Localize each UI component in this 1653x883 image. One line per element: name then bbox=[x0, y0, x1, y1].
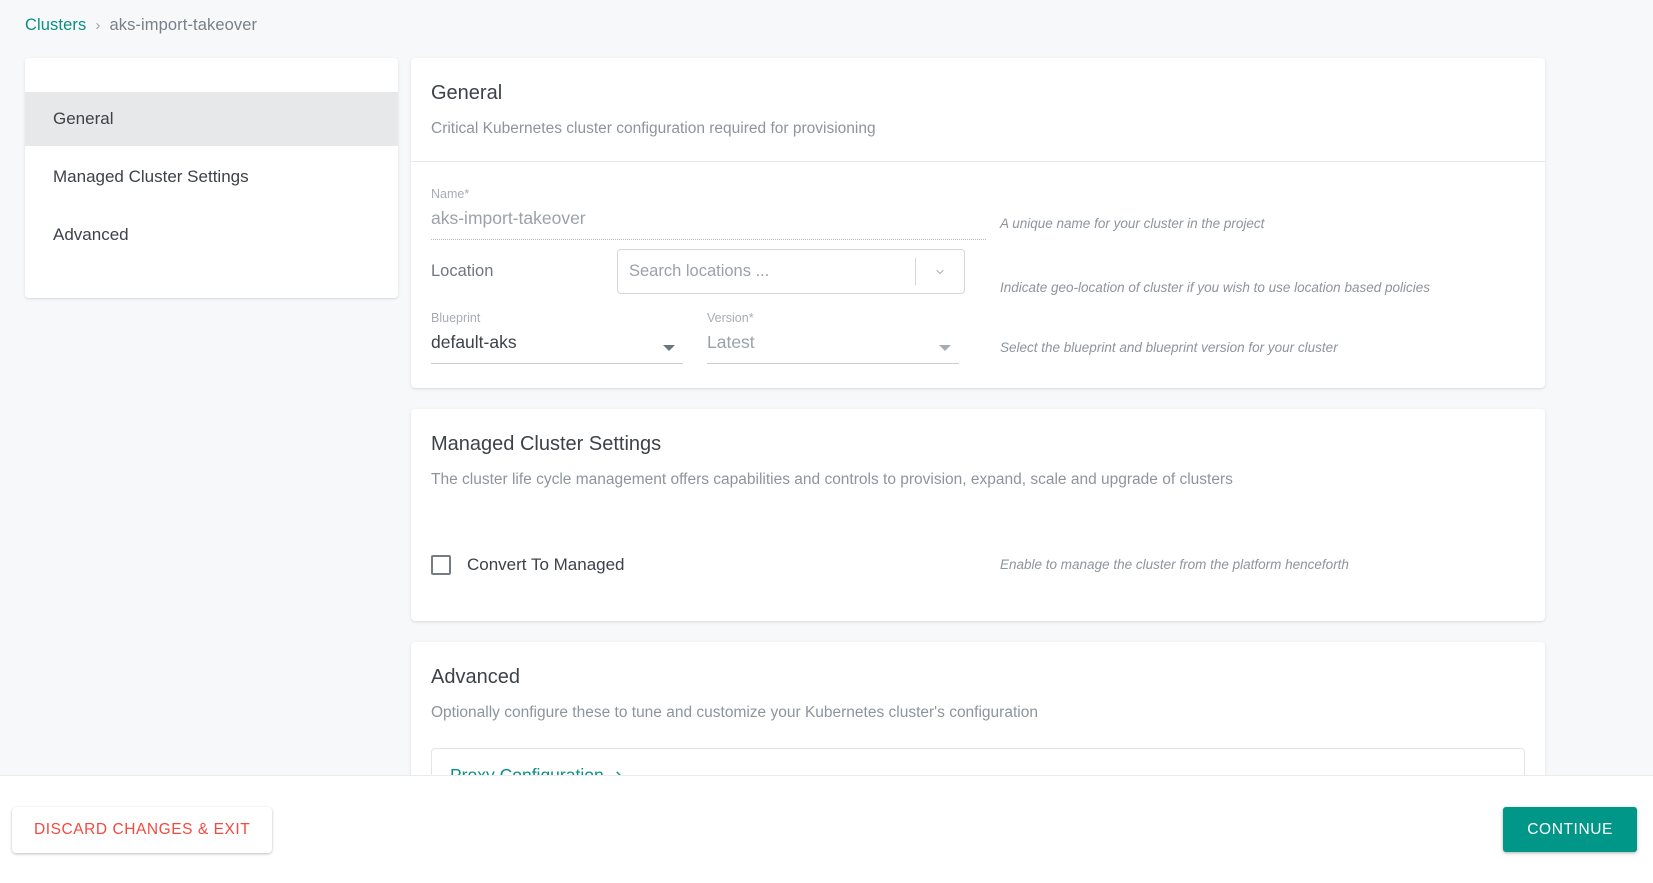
general-title: General bbox=[431, 82, 503, 104]
advanced-card: Advanced Optionally configure these to t… bbox=[411, 642, 1545, 775]
breadcrumb-current-cluster: aks-import-takeover bbox=[109, 15, 258, 34]
proxy-configuration-link[interactable]: Proxy Configuration bbox=[450, 765, 624, 775]
managed-cluster-settings-card: Managed Cluster Settings The cluster lif… bbox=[411, 408, 1545, 622]
chevron-down-icon bbox=[936, 269, 944, 274]
general-subtitle: Critical Kubernetes cluster configuratio… bbox=[431, 120, 876, 137]
name-label-text: Name bbox=[431, 187, 465, 202]
managed-card-header: Managed Cluster Settings The cluster lif… bbox=[411, 409, 1545, 512]
managed-card-body: Convert To Managed Enable to manage the … bbox=[411, 511, 1545, 621]
name-row: Name* aks-import-takeover A unique name … bbox=[431, 180, 1525, 240]
blueprint-select[interactable]: Blueprint default-aks bbox=[431, 312, 683, 363]
name-hint: A unique name for your cluster in the pr… bbox=[1000, 215, 1265, 231]
sidebar-item-advanced[interactable]: Advanced bbox=[25, 208, 398, 262]
blueprint-fields-wrap: Blueprint default-aks Version* Latest bbox=[431, 312, 986, 364]
convert-to-managed-hint: Enable to manage the cluster from the pl… bbox=[1000, 556, 1349, 572]
sidebar-item-general[interactable]: General bbox=[25, 92, 398, 146]
caret-down-icon bbox=[663, 344, 675, 351]
settings-panel: General Critical Kubernetes cluster conf… bbox=[411, 58, 1545, 775]
managed-subtitle: The cluster life cycle management offers… bbox=[431, 470, 1233, 488]
location-label: Location bbox=[431, 262, 494, 281]
convert-to-managed-label: Convert To Managed bbox=[467, 555, 625, 575]
name-input[interactable]: aks-import-takeover bbox=[431, 208, 986, 231]
convert-to-managed-control[interactable]: Convert To Managed bbox=[431, 555, 986, 576]
blueprint-hint: Select the blueprint and blueprint versi… bbox=[1000, 339, 1338, 355]
location-dropdown-toggle[interactable] bbox=[916, 266, 964, 278]
blueprint-label: Blueprint bbox=[431, 311, 481, 326]
advanced-card-header: Advanced Optionally configure these to t… bbox=[411, 642, 1545, 730]
general-card-body: Name* aks-import-takeover A unique name … bbox=[411, 162, 1545, 388]
convert-to-managed-row: Convert To Managed Enable to manage the … bbox=[431, 543, 1525, 576]
location-hint: Indicate geo-location of cluster if you … bbox=[1000, 279, 1430, 295]
general-card: General Critical Kubernetes cluster conf… bbox=[411, 58, 1545, 388]
breadcrumb-clusters-link[interactable]: Clusters bbox=[25, 16, 86, 35]
name-field-wrap: Name* aks-import-takeover bbox=[431, 188, 986, 240]
name-required-mark: * bbox=[464, 187, 470, 202]
blueprint-version-group: Blueprint default-aks Version* Latest bbox=[431, 312, 986, 364]
location-search-select[interactable]: Search locations ... bbox=[617, 249, 965, 295]
breadcrumb-separator-icon: › bbox=[95, 16, 101, 34]
version-underline bbox=[707, 362, 959, 364]
blueprint-row: Blueprint default-aks Version* Latest Se… bbox=[431, 304, 1525, 364]
general-card-header: General Critical Kubernetes cluster conf… bbox=[411, 58, 1545, 162]
continue-button[interactable]: CONTINUE bbox=[1503, 807, 1637, 852]
convert-to-managed-checkbox[interactable] bbox=[431, 555, 451, 576]
blueprint-underline bbox=[431, 362, 683, 364]
blueprint-value: default-aks bbox=[431, 331, 517, 352]
advanced-subtitle: Optionally configure these to tune and c… bbox=[431, 704, 1038, 722]
main-content-scroll-area: General Managed Cluster Settings Advance… bbox=[0, 48, 1653, 775]
location-row: Location Search locations ... Indicate g… bbox=[431, 240, 1525, 304]
location-search-input[interactable]: Search locations ... bbox=[618, 262, 915, 281]
sidebar-item-label: Advanced bbox=[53, 225, 129, 244]
location-field-wrap: Location Search locations ... bbox=[431, 240, 986, 304]
version-label: Version* bbox=[707, 312, 959, 325]
location-control: Location Search locations ... bbox=[431, 240, 986, 304]
managed-title: Managed Cluster Settings bbox=[431, 432, 662, 455]
name-field[interactable]: Name* aks-import-takeover bbox=[431, 188, 986, 239]
version-label-text: Version bbox=[707, 311, 749, 326]
sidebar-item-label: Managed Cluster Settings bbox=[53, 167, 249, 186]
breadcrumb: Clusters › aks-import-takeover bbox=[25, 11, 257, 39]
section-navigation-card: General Managed Cluster Settings Advance… bbox=[25, 58, 398, 298]
cluster-configuration-page: Clusters › aks-import-takeover General M… bbox=[0, 0, 1653, 883]
caret-down-icon bbox=[939, 344, 951, 351]
sidebar-item-label: General bbox=[53, 109, 114, 128]
version-select[interactable]: Version* Latest bbox=[707, 312, 959, 363]
advanced-title: Advanced bbox=[431, 666, 520, 689]
version-required-mark: * bbox=[748, 311, 754, 326]
proxy-configuration-label: Proxy Configuration bbox=[450, 765, 604, 775]
version-value: Latest bbox=[707, 331, 755, 352]
action-footer: DISCARD CHANGES & EXIT CONTINUE bbox=[0, 775, 1653, 883]
discard-changes-and-exit-button[interactable]: DISCARD CHANGES & EXIT bbox=[12, 806, 273, 853]
proxy-configuration-expander[interactable]: Proxy Configuration bbox=[431, 748, 1525, 775]
sidebar-item-managed-cluster-settings[interactable]: Managed Cluster Settings bbox=[25, 150, 398, 204]
advanced-card-body: Proxy Configuration bbox=[411, 748, 1545, 775]
name-label: Name* bbox=[431, 188, 986, 201]
